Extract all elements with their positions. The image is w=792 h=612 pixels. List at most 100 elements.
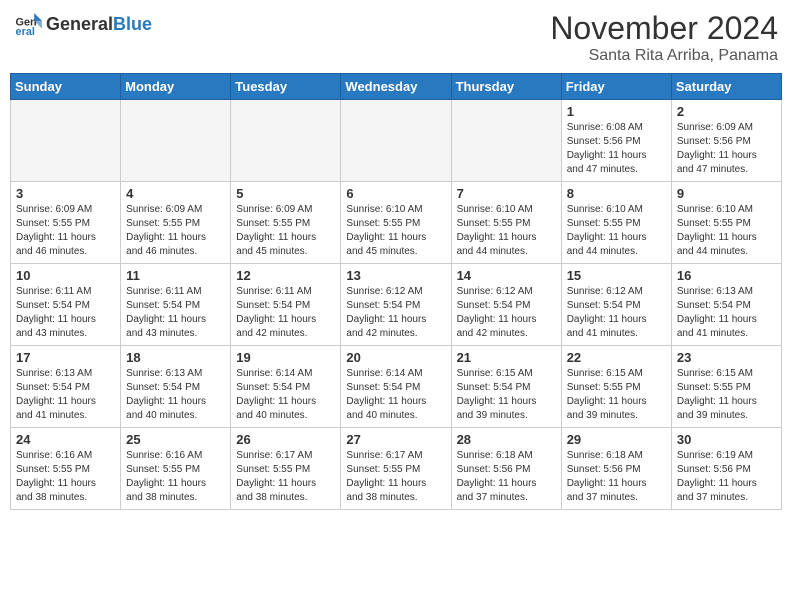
weekday-header-tuesday: Tuesday (231, 74, 341, 100)
weekday-header-saturday: Saturday (671, 74, 781, 100)
calendar-cell: 8 Sunrise: 6:10 AM Sunset: 5:55 PM Daylig… (561, 182, 671, 264)
day-number: 6 (346, 186, 445, 201)
calendar-cell (11, 100, 121, 182)
calendar-cell (341, 100, 451, 182)
calendar-cell: 20 Sunrise: 6:14 AM Sunset: 5:54 PM Dayli… (341, 346, 451, 428)
day-number: 23 (677, 350, 776, 365)
week-row-1: 1Sunrise: 6:08 AM Sunset: 5:56 PM Daylig… (11, 100, 782, 182)
day-info: Sunrise: 6:19 AM Sunset: 5:56 PM Dayligh… (677, 449, 776, 505)
day-info: Sunrise: 6:11 AM Sunset: 5:54 PM Dayligh… (16, 285, 115, 341)
title-block: November 2024 Santa Rita Arriba, Panama (550, 10, 778, 65)
day-number: 12 (236, 268, 335, 283)
day-info: Sunrise: 6:16 AM Sunset: 5:55 PM Dayligh… (126, 449, 225, 505)
calendar-cell: 6 Sunrise: 6:10 AM Sunset: 5:55 PM Daylig… (341, 182, 451, 264)
page-header: Gen eral GeneralBlue November 2024 Santa… (10, 10, 782, 65)
day-number: 4 (126, 186, 225, 201)
calendar-cell: 1Sunrise: 6:08 AM Sunset: 5:56 PM Daylig… (561, 100, 671, 182)
calendar-cell: 28 Sunrise: 6:18 AM Sunset: 5:56 PM Dayli… (451, 428, 561, 510)
day-number: 22 (567, 350, 666, 365)
day-number: 28 (457, 432, 556, 447)
calendar-cell: 18 Sunrise: 6:13 AM Sunset: 5:54 PM Dayli… (121, 346, 231, 428)
calendar-cell: 5 Sunrise: 6:09 AM Sunset: 5:55 PM Daylig… (231, 182, 341, 264)
day-number: 9 (677, 186, 776, 201)
calendar-table: SundayMondayTuesdayWednesdayThursdayFrid… (10, 73, 782, 510)
calendar-cell: 10 Sunrise: 6:11 AM Sunset: 5:54 PM Dayli… (11, 264, 121, 346)
calendar-cell: 11Sunrise: 6:11 AM Sunset: 5:54 PM Dayli… (121, 264, 231, 346)
weekday-header-row: SundayMondayTuesdayWednesdayThursdayFrid… (11, 74, 782, 100)
day-number: 11 (126, 268, 225, 283)
calendar-cell (231, 100, 341, 182)
day-info: Sunrise: 6:13 AM Sunset: 5:54 PM Dayligh… (16, 367, 115, 423)
logo: Gen eral GeneralBlue (14, 10, 152, 38)
day-number: 3 (16, 186, 115, 201)
week-row-4: 17 Sunrise: 6:13 AM Sunset: 5:54 PM Dayli… (11, 346, 782, 428)
day-number: 26 (236, 432, 335, 447)
day-info: Sunrise: 6:17 AM Sunset: 5:55 PM Dayligh… (236, 449, 335, 505)
day-info: Sunrise: 6:10 AM Sunset: 5:55 PM Dayligh… (457, 203, 556, 259)
day-info: Sunrise: 6:09 AM Sunset: 5:56 PM Dayligh… (677, 121, 776, 177)
calendar-cell (121, 100, 231, 182)
day-number: 19 (236, 350, 335, 365)
calendar-cell: 16 Sunrise: 6:13 AM Sunset: 5:54 PM Dayli… (671, 264, 781, 346)
week-row-2: 3 Sunrise: 6:09 AM Sunset: 5:55 PM Daylig… (11, 182, 782, 264)
day-info: Sunrise: 6:14 AM Sunset: 5:54 PM Dayligh… (346, 367, 445, 423)
calendar-cell: 14 Sunrise: 6:12 AM Sunset: 5:54 PM Dayli… (451, 264, 561, 346)
day-number: 16 (677, 268, 776, 283)
day-info: Sunrise: 6:18 AM Sunset: 5:56 PM Dayligh… (457, 449, 556, 505)
day-number: 27 (346, 432, 445, 447)
day-info: Sunrise: 6:10 AM Sunset: 5:55 PM Dayligh… (677, 203, 776, 259)
day-number: 20 (346, 350, 445, 365)
weekday-header-friday: Friday (561, 74, 671, 100)
day-info: Sunrise: 6:11 AM Sunset: 5:54 PM Dayligh… (236, 285, 335, 341)
day-number: 30 (677, 432, 776, 447)
day-number: 17 (16, 350, 115, 365)
day-info: Sunrise: 6:09 AM Sunset: 5:55 PM Dayligh… (16, 203, 115, 259)
day-info: Sunrise: 6:12 AM Sunset: 5:54 PM Dayligh… (567, 285, 666, 341)
logo-icon: Gen eral (14, 10, 42, 38)
calendar-cell: 7Sunrise: 6:10 AM Sunset: 5:55 PM Daylig… (451, 182, 561, 264)
calendar-cell (451, 100, 561, 182)
day-info: Sunrise: 6:15 AM Sunset: 5:55 PM Dayligh… (677, 367, 776, 423)
day-number: 5 (236, 186, 335, 201)
day-number: 2 (677, 104, 776, 119)
weekday-header-thursday: Thursday (451, 74, 561, 100)
day-info: Sunrise: 6:13 AM Sunset: 5:54 PM Dayligh… (677, 285, 776, 341)
day-number: 8 (567, 186, 666, 201)
calendar-cell: 17 Sunrise: 6:13 AM Sunset: 5:54 PM Dayli… (11, 346, 121, 428)
day-info: Sunrise: 6:10 AM Sunset: 5:55 PM Dayligh… (567, 203, 666, 259)
calendar-cell: 22 Sunrise: 6:15 AM Sunset: 5:55 PM Dayli… (561, 346, 671, 428)
calendar-cell: 12 Sunrise: 6:11 AM Sunset: 5:54 PM Dayli… (231, 264, 341, 346)
calendar-cell: 3 Sunrise: 6:09 AM Sunset: 5:55 PM Daylig… (11, 182, 121, 264)
day-info: Sunrise: 6:09 AM Sunset: 5:55 PM Dayligh… (236, 203, 335, 259)
day-number: 15 (567, 268, 666, 283)
calendar-subtitle: Santa Rita Arriba, Panama (550, 47, 778, 65)
calendar-cell: 21Sunrise: 6:15 AM Sunset: 5:54 PM Dayli… (451, 346, 561, 428)
day-number: 10 (16, 268, 115, 283)
week-row-3: 10 Sunrise: 6:11 AM Sunset: 5:54 PM Dayli… (11, 264, 782, 346)
day-info: Sunrise: 6:15 AM Sunset: 5:55 PM Dayligh… (567, 367, 666, 423)
day-number: 24 (16, 432, 115, 447)
day-info: Sunrise: 6:16 AM Sunset: 5:55 PM Dayligh… (16, 449, 115, 505)
calendar-cell: 4Sunrise: 6:09 AM Sunset: 5:55 PM Daylig… (121, 182, 231, 264)
day-info: Sunrise: 6:14 AM Sunset: 5:54 PM Dayligh… (236, 367, 335, 423)
calendar-cell: 29Sunrise: 6:18 AM Sunset: 5:56 PM Dayli… (561, 428, 671, 510)
day-number: 1 (567, 104, 666, 119)
day-info: Sunrise: 6:12 AM Sunset: 5:54 PM Dayligh… (457, 285, 556, 341)
day-info: Sunrise: 6:13 AM Sunset: 5:54 PM Dayligh… (126, 367, 225, 423)
calendar-cell: 13Sunrise: 6:12 AM Sunset: 5:54 PM Dayli… (341, 264, 451, 346)
week-row-5: 24 Sunrise: 6:16 AM Sunset: 5:55 PM Dayli… (11, 428, 782, 510)
weekday-header-wednesday: Wednesday (341, 74, 451, 100)
day-number: 25 (126, 432, 225, 447)
logo-text: GeneralBlue (46, 14, 152, 35)
day-info: Sunrise: 6:17 AM Sunset: 5:55 PM Dayligh… (346, 449, 445, 505)
day-number: 14 (457, 268, 556, 283)
day-info: Sunrise: 6:15 AM Sunset: 5:54 PM Dayligh… (457, 367, 556, 423)
calendar-cell: 25 Sunrise: 6:16 AM Sunset: 5:55 PM Dayli… (121, 428, 231, 510)
day-info: Sunrise: 6:10 AM Sunset: 5:55 PM Dayligh… (346, 203, 445, 259)
day-number: 18 (126, 350, 225, 365)
calendar-cell: 24 Sunrise: 6:16 AM Sunset: 5:55 PM Dayli… (11, 428, 121, 510)
day-number: 29 (567, 432, 666, 447)
calendar-cell: 2 Sunrise: 6:09 AM Sunset: 5:56 PM Daylig… (671, 100, 781, 182)
day-number: 13 (346, 268, 445, 283)
svg-text:eral: eral (16, 26, 35, 38)
